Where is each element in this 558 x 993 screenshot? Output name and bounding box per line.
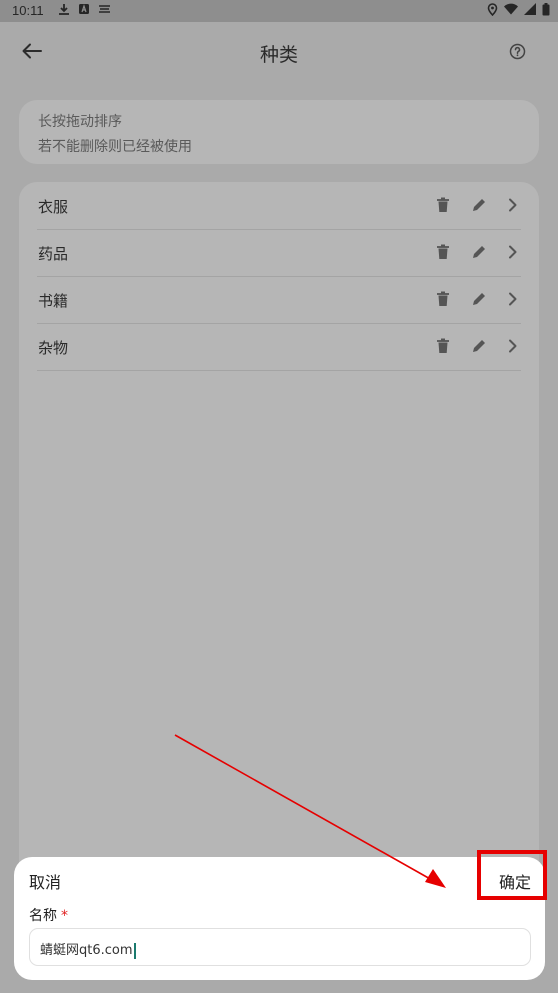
chevron-right-icon[interactable] bbox=[503, 242, 523, 262]
trash-icon[interactable] bbox=[433, 336, 453, 356]
trash-icon[interactable] bbox=[433, 242, 453, 262]
help-button[interactable] bbox=[506, 42, 528, 64]
hint-delete-info: 若不能删除则已经被使用 bbox=[38, 139, 192, 155]
a-badge-icon bbox=[78, 3, 90, 19]
trash-icon[interactable] bbox=[433, 195, 453, 215]
category-name: 衣服 bbox=[38, 198, 69, 216]
category-name: 药品 bbox=[38, 245, 69, 263]
pencil-icon[interactable] bbox=[469, 336, 489, 356]
location-icon bbox=[487, 3, 498, 19]
category-list: 衣服 药品 书籍 杂物 bbox=[19, 182, 539, 882]
name-input-value: 蜻蜓网qt6.com bbox=[40, 939, 136, 959]
chevron-right-icon[interactable] bbox=[503, 289, 523, 309]
name-input[interactable]: 蜻蜓网qt6.com bbox=[29, 928, 531, 966]
name-label-text: 名称 bbox=[29, 908, 57, 924]
status-bar: 10:11 bbox=[0, 0, 558, 22]
wifi-icon bbox=[504, 3, 518, 19]
hint-card: 长按拖动排序 若不能删除则已经被使用 bbox=[19, 100, 539, 164]
category-name: 书籍 bbox=[38, 292, 69, 310]
pencil-icon[interactable] bbox=[469, 195, 489, 215]
trash-icon[interactable] bbox=[433, 289, 453, 309]
download-icon bbox=[58, 3, 70, 19]
battery-icon bbox=[542, 3, 550, 19]
required-mark: * bbox=[61, 908, 68, 924]
name-field-label: 名称 * bbox=[29, 905, 68, 925]
list-item[interactable]: 衣服 bbox=[37, 182, 521, 230]
list-item[interactable]: 书籍 bbox=[37, 276, 521, 324]
annotation-highlight-box bbox=[477, 850, 547, 900]
pencil-icon[interactable] bbox=[469, 289, 489, 309]
add-category-sheet: 取消 确定 名称 * 蜻蜓网qt6.com bbox=[14, 857, 545, 980]
signal-icon bbox=[524, 3, 536, 19]
list-item[interactable]: 药品 bbox=[37, 229, 521, 277]
status-time: 10:11 bbox=[12, 3, 44, 18]
category-name: 杂物 bbox=[38, 339, 69, 357]
help-circle-icon bbox=[509, 43, 526, 64]
page-title: 种类 bbox=[259, 44, 298, 66]
hint-drag-sort: 长按拖动排序 bbox=[38, 114, 122, 130]
chevron-right-icon[interactable] bbox=[503, 336, 523, 356]
name-input-text: 蜻蜓网qt6.com bbox=[40, 943, 133, 958]
list-item[interactable]: 杂物 bbox=[37, 323, 521, 371]
text-caret bbox=[133, 942, 136, 959]
app-bar: 种类 bbox=[0, 22, 558, 84]
pencil-icon[interactable] bbox=[469, 242, 489, 262]
chevron-right-icon[interactable] bbox=[503, 195, 523, 215]
subtitles-icon bbox=[98, 3, 111, 19]
cancel-button[interactable]: 取消 bbox=[29, 869, 61, 893]
